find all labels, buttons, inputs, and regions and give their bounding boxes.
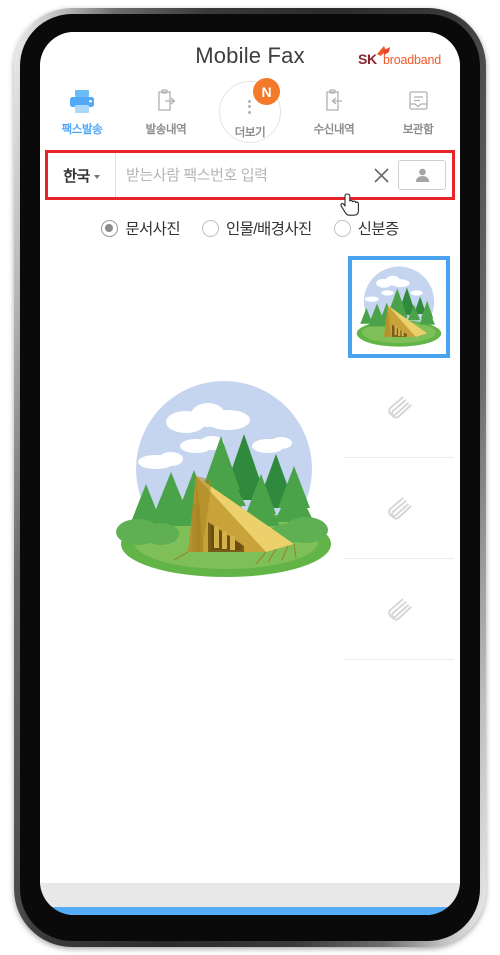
printer-icon [67,86,97,116]
radio-option-document-photo[interactable]: 문서사진 [101,217,181,239]
paperclip-icon [388,497,412,520]
main-tab-bar: 팩스발송 발송내역 N 더보기 수신내역 보관함 [40,78,460,144]
recipient-field-highlight: 한국 [45,150,455,200]
clear-button[interactable] [364,153,398,197]
attachment-slot-4[interactable] [344,559,454,660]
tab-label: 발송내역 [145,124,187,136]
phone-frame: Mobile Fax SK broadband 팩스발송 발송내역 N 더보기 … [14,8,486,947]
new-badge: N [253,78,280,105]
country-select[interactable]: 한국 [48,153,116,197]
radio-mark [201,219,219,237]
content-area [40,252,460,883]
tab-sent-history[interactable]: 발송내역 [124,82,208,144]
more-vertical-dots-icon [248,95,252,119]
tab-storage[interactable]: 보관함 [376,82,460,144]
brand-broadband-text: broadband [383,53,441,67]
radio-option-person-background-photo[interactable]: 인물/배경사진 [201,217,312,239]
inbox-arrow-icon [320,86,348,116]
radio-mark [333,219,351,237]
person-icon [415,168,429,182]
document-type-radio-group: 문서사진 인물/배경사진 신분증 [40,200,460,252]
tab-label: 팩스발송 [61,124,103,136]
tab-label: 보관함 [402,124,434,136]
tab-fax-send[interactable]: 팩스발송 [40,82,124,144]
tab-label: 더보기 [234,126,266,139]
camping-tent-photo [355,263,443,351]
close-x-icon [373,167,389,183]
paperclip-icon [388,396,412,419]
fax-number-input[interactable] [116,166,364,184]
contact-picker-button[interactable] [398,160,446,190]
bottom-gray-strip [40,883,460,907]
attachment-slot-3[interactable] [344,458,454,559]
selected-thumbnail[interactable] [348,256,450,358]
radio-mark [101,219,119,237]
tab-more[interactable]: N 더보기 [208,78,292,144]
phone-bezel: Mobile Fax SK broadband 팩스발송 발송내역 N 더보기 … [20,14,480,941]
country-label: 한국 [63,167,90,185]
sk-broadband-logo: SK broadband [358,46,450,70]
paperclip-icon [388,598,412,621]
attachment-thumbnail-list [344,256,454,660]
outbox-arrow-icon [152,86,180,116]
recipient-row: 한국 [48,153,452,197]
phone-screen: Mobile Fax SK broadband 팩스발송 발송내역 N 더보기 … [40,32,460,915]
attachment-slot-2[interactable] [344,357,454,458]
brand-sk-text: SK [358,51,377,67]
chevron-down-icon [93,175,100,179]
attachment-slot-1[interactable] [344,256,454,358]
document-preview-image[interactable] [116,374,336,584]
radio-option-id-card[interactable]: 신분증 [333,217,400,239]
archive-box-icon [404,86,432,116]
bottom-action-bar: 미리보기 팩스 발송 [40,907,460,915]
tab-label: 수신내역 [313,124,355,136]
radio-label: 신분증 [357,221,400,238]
radio-label: 인물/배경사진 [225,221,312,238]
radio-label: 문서사진 [125,221,180,238]
app-header: Mobile Fax SK broadband [40,32,460,82]
tab-received-history[interactable]: 수신내역 [292,82,376,144]
